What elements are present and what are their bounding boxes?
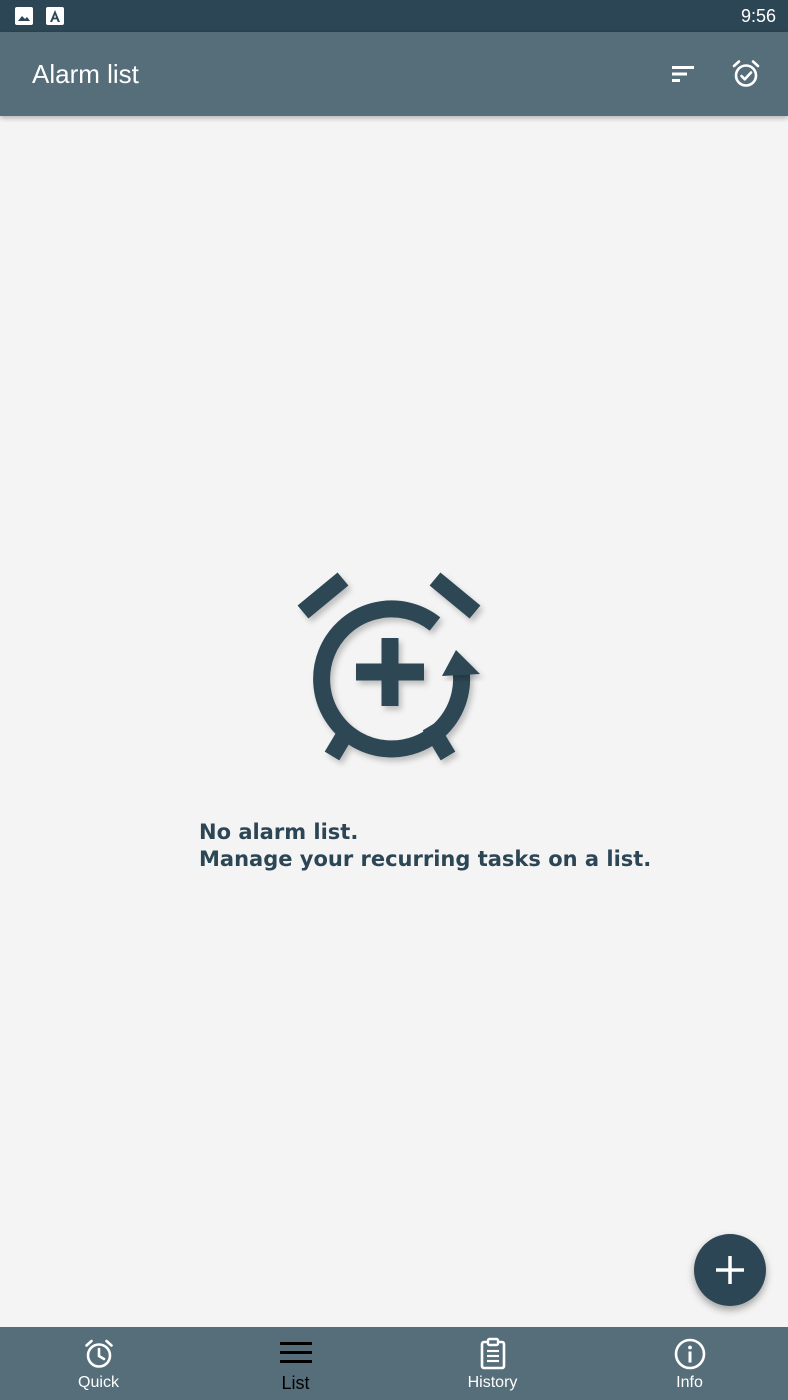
nav-item-history[interactable]: History: [394, 1327, 591, 1400]
status-bar: 9:56: [0, 0, 788, 32]
alarm-add-icon: [297, 572, 481, 761]
image-icon: [15, 7, 33, 25]
empty-state-line2: Manage your recurring tasks on a list.: [199, 847, 652, 871]
app-toolbar: Alarm list: [0, 32, 788, 116]
nav-item-quick[interactable]: Quick: [0, 1327, 197, 1400]
status-time: 9:56: [740, 6, 776, 26]
nav-label-quick: Quick: [78, 1374, 119, 1391]
app-root: 9:56 Alarm list No alarm list. Manage yo…: [0, 0, 788, 1400]
nav-item-info[interactable]: Info: [591, 1327, 788, 1400]
page-title: Alarm list: [32, 59, 139, 89]
plus-icon: [716, 1256, 744, 1284]
app-store-icon: [46, 7, 64, 25]
info-icon: [674, 1338, 705, 1370]
alarm-check-icon: [732, 60, 760, 87]
sort-icon: [672, 66, 694, 82]
bottom-navigation: Quick List History Info: [0, 1327, 788, 1400]
add-alarm-list-button[interactable]: [694, 1234, 766, 1306]
empty-state-message: No alarm list. Manage your recurring tas…: [199, 819, 719, 873]
clipboard-icon: [480, 1337, 505, 1370]
nav-item-list[interactable]: List: [197, 1327, 394, 1400]
alarm-clock-icon: [84, 1339, 113, 1368]
list-icon: [279, 1342, 312, 1363]
nav-label-info: Info: [676, 1374, 703, 1391]
sort-button[interactable]: [663, 54, 703, 94]
alarm-check-button[interactable]: [726, 54, 766, 94]
empty-state-line1: No alarm list.: [199, 820, 359, 844]
nav-label-list: List: [281, 1373, 310, 1393]
nav-label-history: History: [467, 1374, 518, 1391]
